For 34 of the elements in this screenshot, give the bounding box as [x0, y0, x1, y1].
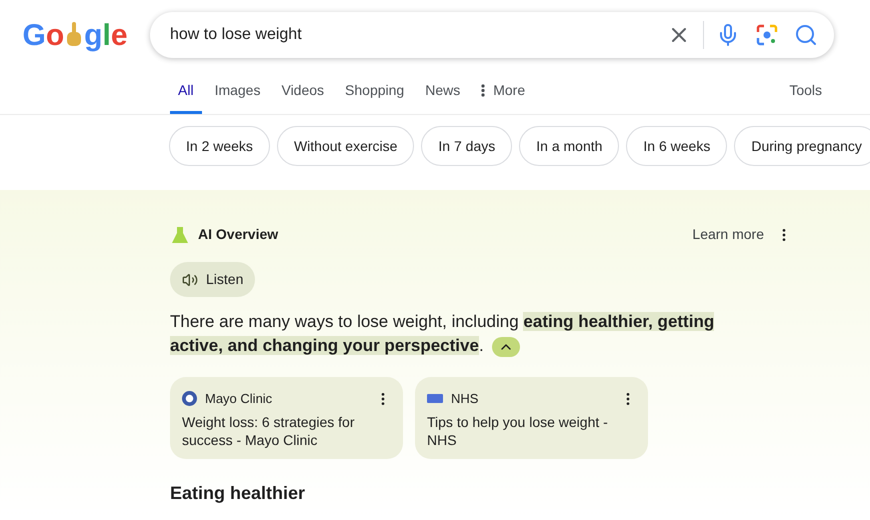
suggestion-chip[interactable]: In 7 days	[421, 126, 512, 166]
search-tab[interactable]: All	[170, 69, 202, 114]
search-tab[interactable]: News	[417, 69, 468, 114]
site-favicon-icon	[427, 394, 443, 404]
site-favicon-icon	[182, 391, 197, 406]
flask-icon	[170, 224, 190, 244]
speaker-icon	[182, 272, 198, 288]
google-doodle-logo[interactable]: Go gle	[0, 12, 150, 58]
collapse-button[interactable]	[492, 336, 520, 357]
search-tab[interactable]: Images	[206, 69, 268, 114]
ai-overview-title: AI Overview	[198, 225, 278, 244]
source-site: Mayo Clinic	[205, 390, 272, 408]
suggestion-chip[interactable]: Without exercise	[276, 126, 414, 166]
source-title: Tips to help you lose weight - NHS	[427, 412, 609, 448]
source-card[interactable]: Mayo Clinic Weight loss: 6 strategies for success - Mayo Clinic	[170, 377, 403, 459]
section-heading: Eating healthier	[170, 482, 306, 505]
suggestion-chip[interactable]: In a month	[519, 126, 620, 166]
search-tab[interactable]: Videos	[273, 69, 332, 114]
overview-summary: There are many ways to lose weight, including eating healthier, getting active, and changing your perspective.	[170, 311, 716, 358]
more-icon	[481, 84, 486, 96]
search-field[interactable]: how to lose weight	[150, 12, 834, 58]
search-tab[interactable]: Shopping	[337, 69, 412, 114]
source-card[interactable]: NHS Tips to help you lose weight - NHS	[415, 377, 648, 459]
suggestion-chip[interactable]: In 2 weeks	[169, 126, 270, 166]
listen-button[interactable]: Listen	[170, 262, 256, 297]
suggestion-chip[interactable]: In 6 weeks	[626, 126, 728, 166]
search-icon[interactable]	[794, 23, 818, 47]
source-site: NHS	[451, 390, 478, 408]
suggestion-chip[interactable]: During pregnancy	[734, 126, 870, 166]
camera-lens-icon[interactable]	[756, 24, 778, 46]
search-tab[interactable]: More	[473, 69, 534, 114]
learn-more-link[interactable]: Learn more	[692, 224, 764, 245]
source-title: Weight loss: 6 strategies for success - Mayo Clinic	[182, 412, 356, 448]
tools-button[interactable]: Tools	[789, 69, 822, 114]
